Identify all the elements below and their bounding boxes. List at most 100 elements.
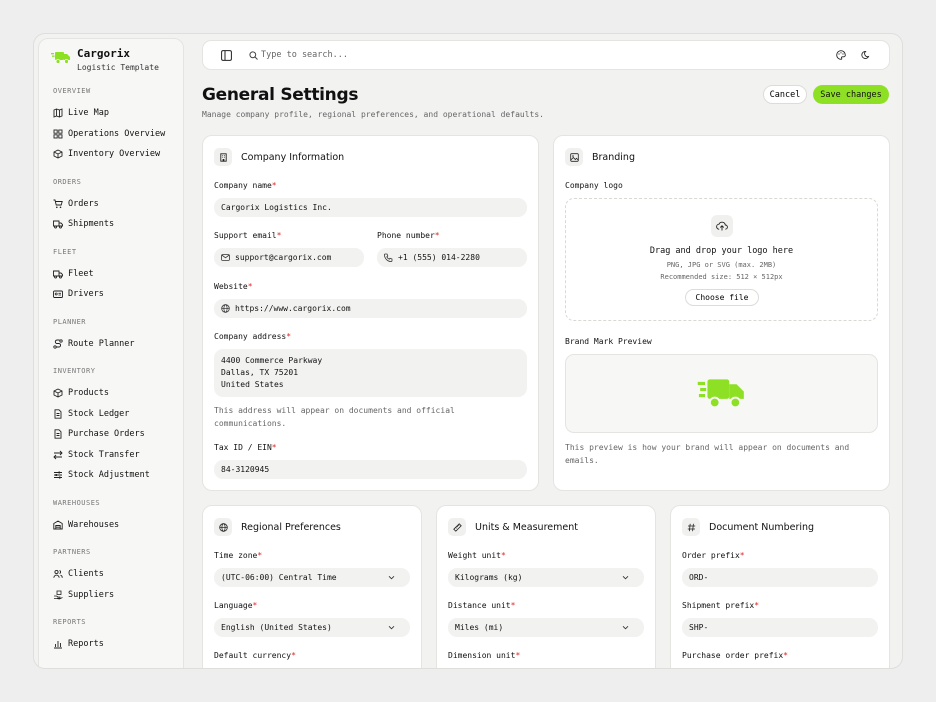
transfer-icon	[53, 450, 63, 460]
card-title: Branding	[592, 151, 635, 163]
sliders-icon	[54, 471, 62, 479]
sidebar-item-route-planner[interactable]: Route Planner	[53, 334, 183, 355]
sidebar-item-operations-overview[interactable]: Operations Overview	[53, 124, 183, 145]
package-icon	[54, 590, 63, 600]
nav-section-fleet: FLEET	[53, 247, 77, 256]
sidebar-item-stock-transfer[interactable]: Stock Transfer	[53, 445, 183, 466]
sidebar-item-label: Orders	[68, 198, 99, 209]
sidebar-item-fleet[interactable]: Fleet	[53, 264, 183, 285]
image-icon	[565, 148, 583, 166]
nav-section-overview: OVERVIEW	[53, 87, 91, 95]
website-input[interactable]: https://www.cargorix.com	[214, 299, 527, 318]
truck-logo-icon	[697, 379, 744, 409]
preview-hint: This preview is how your brand will appe…	[565, 443, 850, 465]
drop-formats: PNG, JPG or SVG (max. 2MB)	[666, 261, 777, 269]
sidebar-item-shipments[interactable]: Shipments	[53, 214, 183, 235]
mail-icon	[221, 254, 230, 261]
sidebar-item-inventory-overview[interactable]: Inventory Overview	[53, 144, 183, 165]
support-email-input[interactable]: support@cargorix.com	[214, 248, 364, 267]
time-zone-select[interactable]: (UTC-06:00) Central Time	[214, 568, 410, 587]
sidebar-item-label: Stock Adjustment	[68, 470, 150, 481]
search-input[interactable]: Type to search...	[261, 50, 348, 60]
company-address-textarea[interactable]: 4400 Commerce Parkway Dallas, TX 75201 U…	[214, 349, 527, 397]
address-hint: This address will appear on documents an…	[214, 406, 455, 428]
ruler-icon	[448, 518, 466, 536]
building-icon	[214, 148, 232, 166]
language-select[interactable]: English (United States)	[214, 618, 410, 637]
tax-id-input[interactable]: 84-3120945	[214, 460, 527, 479]
sidebar-item-products[interactable]: Products	[53, 383, 183, 404]
cart-icon	[53, 199, 63, 208]
brand-name: Cargorix	[77, 47, 130, 60]
weight-unit-select[interactable]: Kilograms (kg)	[448, 568, 644, 587]
id-card-icon	[53, 290, 63, 299]
sidebar-item-label: Reports	[68, 639, 104, 650]
sidebar-item-warehouses[interactable]: Warehouses	[53, 515, 183, 536]
company-address-label: Company address*	[214, 332, 292, 341]
sidebar-item-suppliers[interactable]: Suppliers	[53, 585, 183, 606]
brand-subtitle: Logistic Template	[77, 63, 159, 72]
chevron-down-icon	[388, 575, 395, 580]
shipment-prefix-label: Shipment prefix*	[682, 601, 760, 610]
sidebar-item-label: Stock Ledger	[68, 408, 130, 419]
phone-number-input[interactable]: +1 (555) 014-2280	[377, 248, 527, 267]
distance-unit-select[interactable]: Miles (mi)	[448, 618, 644, 637]
address-line-1: 4400 Commerce Parkway	[221, 356, 323, 365]
palette-icon	[836, 50, 846, 60]
card-title: Units & Measurement	[475, 521, 578, 533]
theme-palette-button[interactable]	[836, 50, 846, 60]
choose-file-button[interactable]: Choose file	[685, 289, 759, 306]
page-title: General Settings	[202, 85, 359, 105]
address-line-3: United States	[221, 380, 284, 389]
regional-preferences-card: Regional Preferences Time zone* (UTC-06:…	[202, 505, 422, 668]
order-prefix-input[interactable]: ORD-	[682, 568, 878, 587]
sidebar-item-label: Drivers	[68, 289, 104, 300]
tax-id-label: Tax ID / EIN*	[214, 443, 277, 452]
sidebar-item-label: Live Map	[68, 108, 109, 119]
logo-dropzone[interactable]: Drag and drop your logo here PNG, JPG or…	[565, 198, 878, 321]
users-icon	[53, 570, 63, 579]
sidebar-item-orders[interactable]: Orders	[53, 194, 183, 215]
company-name-label: Company name*	[214, 181, 277, 190]
globe-icon	[214, 518, 232, 536]
sidebar-item-stock-ledger[interactable]: Stock Ledger	[53, 404, 183, 425]
company-name-input[interactable]: Cargorix Logistics Inc.	[214, 198, 527, 217]
page-subtitle: Manage company profile, regional prefere…	[202, 110, 544, 119]
chevron-down-icon	[622, 625, 629, 630]
address-line-2: Dallas, TX 75201	[221, 368, 299, 377]
sidebar-item-label: Shipments	[68, 219, 115, 230]
units-measurement-card: Units & Measurement Weight unit* Kilogra…	[436, 505, 656, 668]
dimension-unit-label: Dimension unit*	[448, 651, 521, 660]
sidebar-item-clients[interactable]: Clients	[53, 564, 183, 585]
branding-card: Branding Company logo Drag and drop your…	[553, 135, 890, 491]
sidebar-toggle-button[interactable]	[221, 49, 232, 61]
company-logo-label: Company logo	[565, 181, 623, 190]
sidebar-item-reports[interactable]: Reports	[53, 634, 183, 655]
sidebar-item-purchase-orders[interactable]: Purchase Orders	[53, 424, 183, 445]
chevron-down-icon	[622, 575, 629, 580]
card-title: Regional Preferences	[241, 521, 341, 533]
sidebar-item-label: Route Planner	[68, 338, 135, 349]
shipment-prefix-input[interactable]: SHP-	[682, 618, 878, 637]
truck-logo-icon	[51, 52, 70, 64]
document-numbering-card: Document Numbering Order prefix* ORD- Sh…	[670, 505, 890, 668]
nav-section-reports: REPORTS	[53, 618, 87, 626]
sidebar-nav: OVERVIEW Live Map Operations Overview In…	[53, 87, 183, 655]
grid-icon	[53, 129, 63, 139]
save-changes-button[interactable]: Save changes	[813, 85, 889, 104]
sidebar-item-label: Inventory Overview	[68, 149, 161, 160]
sidebar-item-stock-adjustment[interactable]: Stock Adjustment	[53, 465, 183, 486]
nav-section-partners: PARTNERS	[53, 548, 91, 556]
sidebar-item-live-map[interactable]: Live Map	[53, 103, 183, 124]
cancel-button[interactable]: Cancel	[763, 85, 807, 104]
card-title: Company Information	[241, 151, 345, 163]
box-icon	[53, 149, 63, 159]
drop-size: Recommended size: 512 × 512px	[660, 273, 783, 281]
dark-mode-toggle[interactable]	[861, 50, 871, 60]
card-title: Document Numbering	[709, 521, 815, 533]
route-icon	[53, 339, 63, 349]
sidebar-item-label: Products	[68, 388, 109, 399]
brand[interactable]: Cargorix Logistic Template	[51, 47, 159, 72]
sidebar-item-drivers[interactable]: Drivers	[53, 284, 183, 305]
search-icon	[249, 50, 258, 60]
